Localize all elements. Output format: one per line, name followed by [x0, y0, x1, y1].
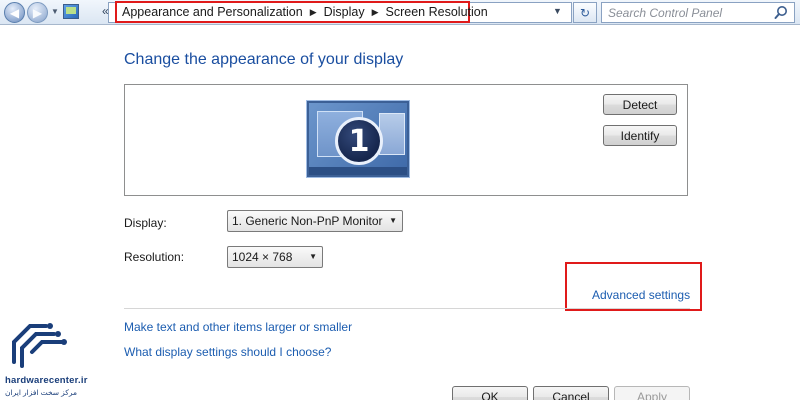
- search-input[interactable]: [608, 5, 768, 21]
- resolution-select-value: 1024 × 768: [232, 250, 293, 264]
- arrow-right-icon: ▶: [32, 5, 43, 20]
- display-label: Display:: [124, 216, 167, 230]
- ok-button[interactable]: OK: [452, 386, 528, 400]
- breadcrumb-separator-icon[interactable]: ▶: [310, 7, 317, 18]
- search-box[interactable]: [601, 2, 795, 23]
- breadcrumb-item-appearance[interactable]: Appearance and Personalization: [122, 5, 303, 19]
- resolution-select[interactable]: 1024 × 768 ▼: [227, 246, 323, 268]
- breadcrumb-item-display[interactable]: Display: [324, 5, 365, 19]
- chevron-down-icon: ▼: [309, 252, 317, 261]
- breadcrumb-separator-icon[interactable]: ▶: [372, 7, 379, 18]
- display-select-value: 1. Generic Non-PnP Monitor: [232, 214, 383, 228]
- address-dropdown-icon[interactable]: ▼: [553, 6, 562, 16]
- breadcrumb: Appearance and Personalization ▶ Display…: [115, 1, 488, 23]
- divider: [124, 308, 690, 309]
- refresh-button[interactable]: ↻: [573, 2, 597, 23]
- cancel-button[interactable]: Cancel: [533, 386, 609, 400]
- resolution-label: Resolution:: [124, 250, 185, 264]
- desktop-window-shape: [379, 113, 405, 155]
- page-title: Change the appearance of your display: [124, 51, 404, 68]
- display-select[interactable]: 1. Generic Non-PnP Monitor ▼: [227, 210, 403, 232]
- watermark-tagline: مرکز سخت افزار ایران: [5, 388, 78, 397]
- arrow-left-icon: ◀: [9, 5, 20, 20]
- address-toolbar: ◀ ▶ ▼ « Appearance and Personalization ▶…: [0, 0, 800, 25]
- watermark-logo: [12, 323, 67, 368]
- advanced-settings-highlight-box: [565, 262, 702, 311]
- apply-button[interactable]: Apply: [614, 386, 690, 400]
- search-icon[interactable]: [774, 5, 788, 20]
- watermark-domain: hardwarecenter.ir: [5, 375, 88, 386]
- monitor-number-badge: 1: [335, 117, 383, 165]
- detect-button[interactable]: Detect: [603, 94, 677, 115]
- identify-button[interactable]: Identify: [603, 125, 677, 146]
- refresh-icon: ↻: [579, 5, 591, 20]
- back-button[interactable]: ◀: [4, 2, 25, 23]
- display-help-link[interactable]: What display settings should I choose?: [124, 345, 331, 359]
- breadcrumb-item-screen-resolution[interactable]: Screen Resolution: [386, 5, 488, 19]
- desktop-taskbar-shape: [309, 167, 407, 175]
- text-size-link[interactable]: Make text and other items larger or smal…: [124, 320, 352, 334]
- forward-button[interactable]: ▶: [27, 2, 48, 23]
- advanced-settings-link[interactable]: Advanced settings: [592, 288, 690, 302]
- monitor-1-thumbnail[interactable]: 1: [307, 101, 409, 177]
- control-panel-icon: [63, 4, 79, 19]
- chevron-down-icon: ▼: [389, 216, 397, 225]
- overflow-chevron-icon[interactable]: «: [102, 4, 109, 18]
- recent-pages-chevron-icon[interactable]: ▼: [51, 7, 59, 16]
